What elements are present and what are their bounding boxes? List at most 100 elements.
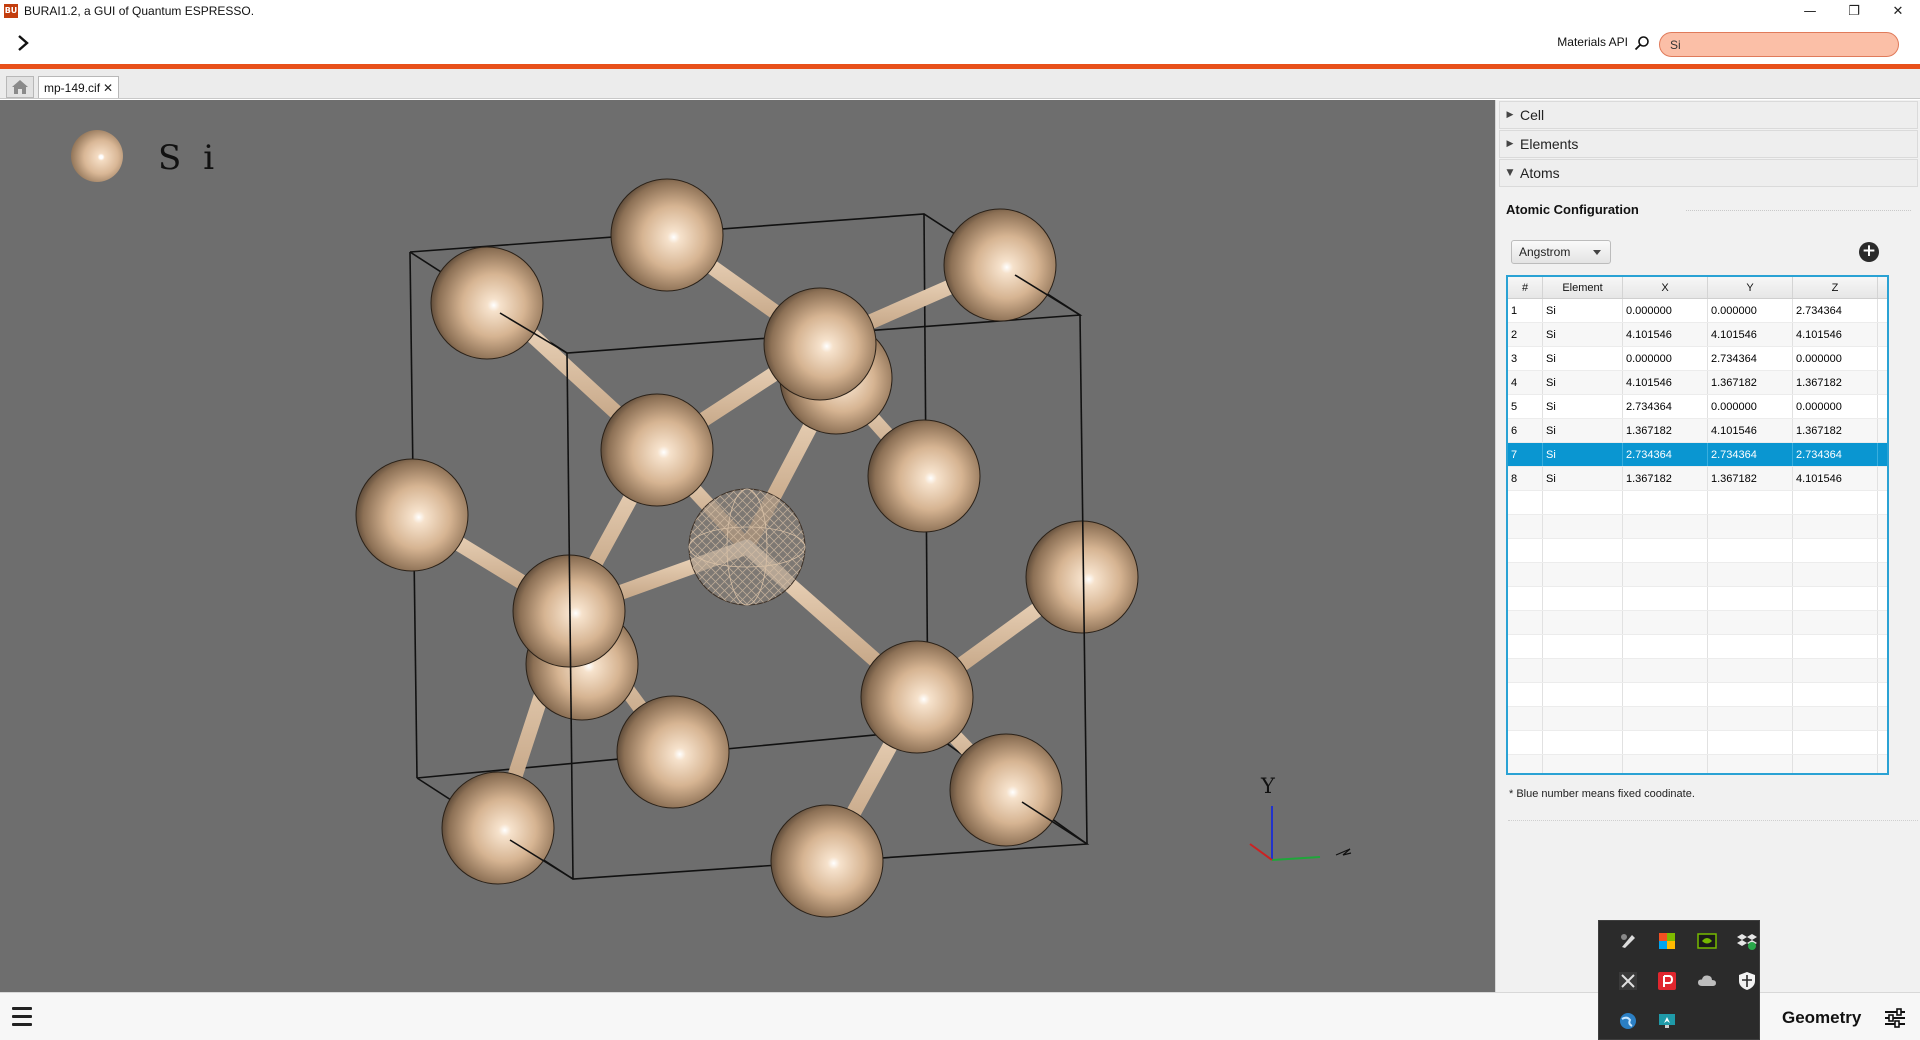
table-row[interactable]: 7 Si 2.734364 2.734364 2.734364 xyxy=(1508,443,1887,467)
table-row[interactable]: 3 Si 0.000000 2.734364 0.000000 xyxy=(1508,347,1887,371)
cell-x[interactable]: 0.000000 xyxy=(1623,347,1708,370)
cell-y[interactable]: 2.734364 xyxy=(1708,347,1793,370)
column-header-number[interactable]: # xyxy=(1508,277,1543,298)
mode-label: Geometry xyxy=(1782,1008,1862,1027)
cell-num[interactable]: 6 xyxy=(1508,419,1543,442)
empty-cell xyxy=(1623,635,1708,658)
tab-bar: mp-149.cif ✕ xyxy=(0,69,1920,99)
close-tab-icon[interactable]: ✕ xyxy=(103,81,113,95)
cell-x[interactable]: 2.734364 xyxy=(1623,395,1708,418)
cell-num[interactable]: 4 xyxy=(1508,371,1543,394)
cell-element[interactable]: Si xyxy=(1543,467,1623,490)
cell-num[interactable]: 3 xyxy=(1508,347,1543,370)
home-tab[interactable] xyxy=(6,76,34,98)
empty-cell xyxy=(1708,515,1793,538)
empty-cell xyxy=(1793,707,1878,730)
hamburger-menu-icon[interactable] xyxy=(12,1007,36,1029)
cell-x[interactable]: 4.101546 xyxy=(1623,371,1708,394)
atoms-table: # Element X Y Z 1 Si 0.000000 0.000000 2.734… xyxy=(1506,275,1889,775)
close-window-button[interactable]: ✕ xyxy=(1876,0,1920,22)
column-header-z[interactable]: Z xyxy=(1793,277,1878,298)
table-row[interactable]: 4 Si 4.101546 1.367182 1.367182 xyxy=(1508,371,1887,395)
cell-x[interactable]: 4.101546 xyxy=(1623,323,1708,346)
cell-num[interactable]: 8 xyxy=(1508,467,1543,490)
cell-x[interactable]: 2.734364 xyxy=(1623,443,1708,466)
dropbox-icon[interactable] xyxy=(1737,931,1757,951)
office-icon[interactable] xyxy=(1657,931,1677,951)
cell-num[interactable]: 2 xyxy=(1508,323,1543,346)
table-row[interactable]: 1 Si 0.000000 0.000000 2.734364 xyxy=(1508,299,1887,323)
cell-num[interactable]: 7 xyxy=(1508,443,1543,466)
accordion-elements[interactable]: ▶ Elements xyxy=(1499,130,1918,158)
cloud-icon[interactable] xyxy=(1697,971,1717,991)
nvidia-icon[interactable] xyxy=(1697,931,1717,951)
accordion-cell[interactable]: ▶ Cell xyxy=(1499,101,1918,129)
cell-element[interactable]: Si xyxy=(1543,443,1623,466)
cell-y[interactable]: 4.101546 xyxy=(1708,323,1793,346)
empty-cell xyxy=(1508,515,1543,538)
column-header-y[interactable]: Y xyxy=(1708,277,1793,298)
cell-y[interactable]: 4.101546 xyxy=(1708,419,1793,442)
table-row[interactable]: 2 Si 4.101546 4.101546 4.101546 xyxy=(1508,323,1887,347)
cell-element[interactable]: Si xyxy=(1543,347,1623,370)
accordion-atoms[interactable]: ▼ Atoms xyxy=(1499,159,1918,187)
cell-z[interactable]: 1.367182 xyxy=(1793,419,1878,442)
empty-cell xyxy=(1878,611,1887,634)
cell-y[interactable]: 2.734364 xyxy=(1708,443,1793,466)
empty-cell xyxy=(1878,731,1887,754)
table-row[interactable]: 6 Si 1.367182 4.101546 1.367182 xyxy=(1508,419,1887,443)
search-icon[interactable] xyxy=(1634,35,1650,51)
pen-tablet-icon[interactable] xyxy=(1618,931,1638,951)
cell-element[interactable]: Si xyxy=(1543,395,1623,418)
column-header-x[interactable]: X xyxy=(1623,277,1708,298)
cell-z[interactable]: 4.101546 xyxy=(1793,323,1878,346)
cell-num[interactable]: 5 xyxy=(1508,395,1543,418)
sliders-icon[interactable] xyxy=(1884,1008,1906,1028)
cell-spacer xyxy=(1878,371,1887,394)
table-row[interactable]: 8 Si 1.367182 1.367182 4.101546 xyxy=(1508,467,1887,491)
minimize-button[interactable]: — xyxy=(1788,0,1832,22)
table-row[interactable]: 5 Si 2.734364 0.000000 0.000000 xyxy=(1508,395,1887,419)
cell-z[interactable]: 0.000000 xyxy=(1793,347,1878,370)
cell-x[interactable]: 1.367182 xyxy=(1623,419,1708,442)
add-atom-button[interactable]: + xyxy=(1859,242,1879,262)
cell-x[interactable]: 0.000000 xyxy=(1623,299,1708,322)
empty-cell xyxy=(1878,683,1887,706)
cell-x[interactable]: 1.367182 xyxy=(1623,467,1708,490)
column-header-element[interactable]: Element xyxy=(1543,277,1623,298)
empty-cell xyxy=(1543,611,1623,634)
cell-y[interactable]: 1.367182 xyxy=(1708,467,1793,490)
p-app-icon[interactable] xyxy=(1657,971,1677,991)
cell-z[interactable]: 4.101546 xyxy=(1793,467,1878,490)
restore-button[interactable]: ❐ xyxy=(1832,0,1876,22)
cell-element[interactable]: Si xyxy=(1543,419,1623,442)
cell-z[interactable]: 0.000000 xyxy=(1793,395,1878,418)
cell-y[interactable]: 0.000000 xyxy=(1708,395,1793,418)
tab-mp-149-cif[interactable]: mp-149.cif ✕ xyxy=(38,76,120,98)
cell-y[interactable]: 1.367182 xyxy=(1708,371,1793,394)
empty-cell xyxy=(1708,755,1793,773)
cell-element[interactable]: Si xyxy=(1543,299,1623,322)
empty-cell xyxy=(1793,659,1878,682)
materials-api-search-input[interactable] xyxy=(1659,32,1899,57)
expand-sidebar-button[interactable] xyxy=(12,30,34,56)
cell-y[interactable]: 0.000000 xyxy=(1708,299,1793,322)
empty-cell xyxy=(1508,563,1543,586)
globe-icon[interactable] xyxy=(1618,1011,1638,1031)
shield-icon[interactable] xyxy=(1737,971,1757,991)
cell-num[interactable]: 1 xyxy=(1508,299,1543,322)
empty-cell xyxy=(1623,731,1708,754)
cell-element[interactable]: Si xyxy=(1543,323,1623,346)
display-icon[interactable] xyxy=(1657,1011,1677,1031)
cell-z[interactable]: 1.367182 xyxy=(1793,371,1878,394)
cell-z[interactable]: 2.734364 xyxy=(1793,299,1878,322)
unit-dropdown[interactable]: Angstrom xyxy=(1511,240,1611,264)
x-app-icon[interactable] xyxy=(1618,971,1638,991)
empty-cell xyxy=(1878,491,1887,514)
cell-element[interactable]: Si xyxy=(1543,371,1623,394)
cell-z[interactable]: 2.734364 xyxy=(1793,443,1878,466)
empty-cell xyxy=(1508,587,1543,610)
selected-atom-wireframe xyxy=(688,488,806,606)
empty-cell xyxy=(1508,539,1543,562)
structure-viewer[interactable]: Si Y xyxy=(0,100,1495,992)
